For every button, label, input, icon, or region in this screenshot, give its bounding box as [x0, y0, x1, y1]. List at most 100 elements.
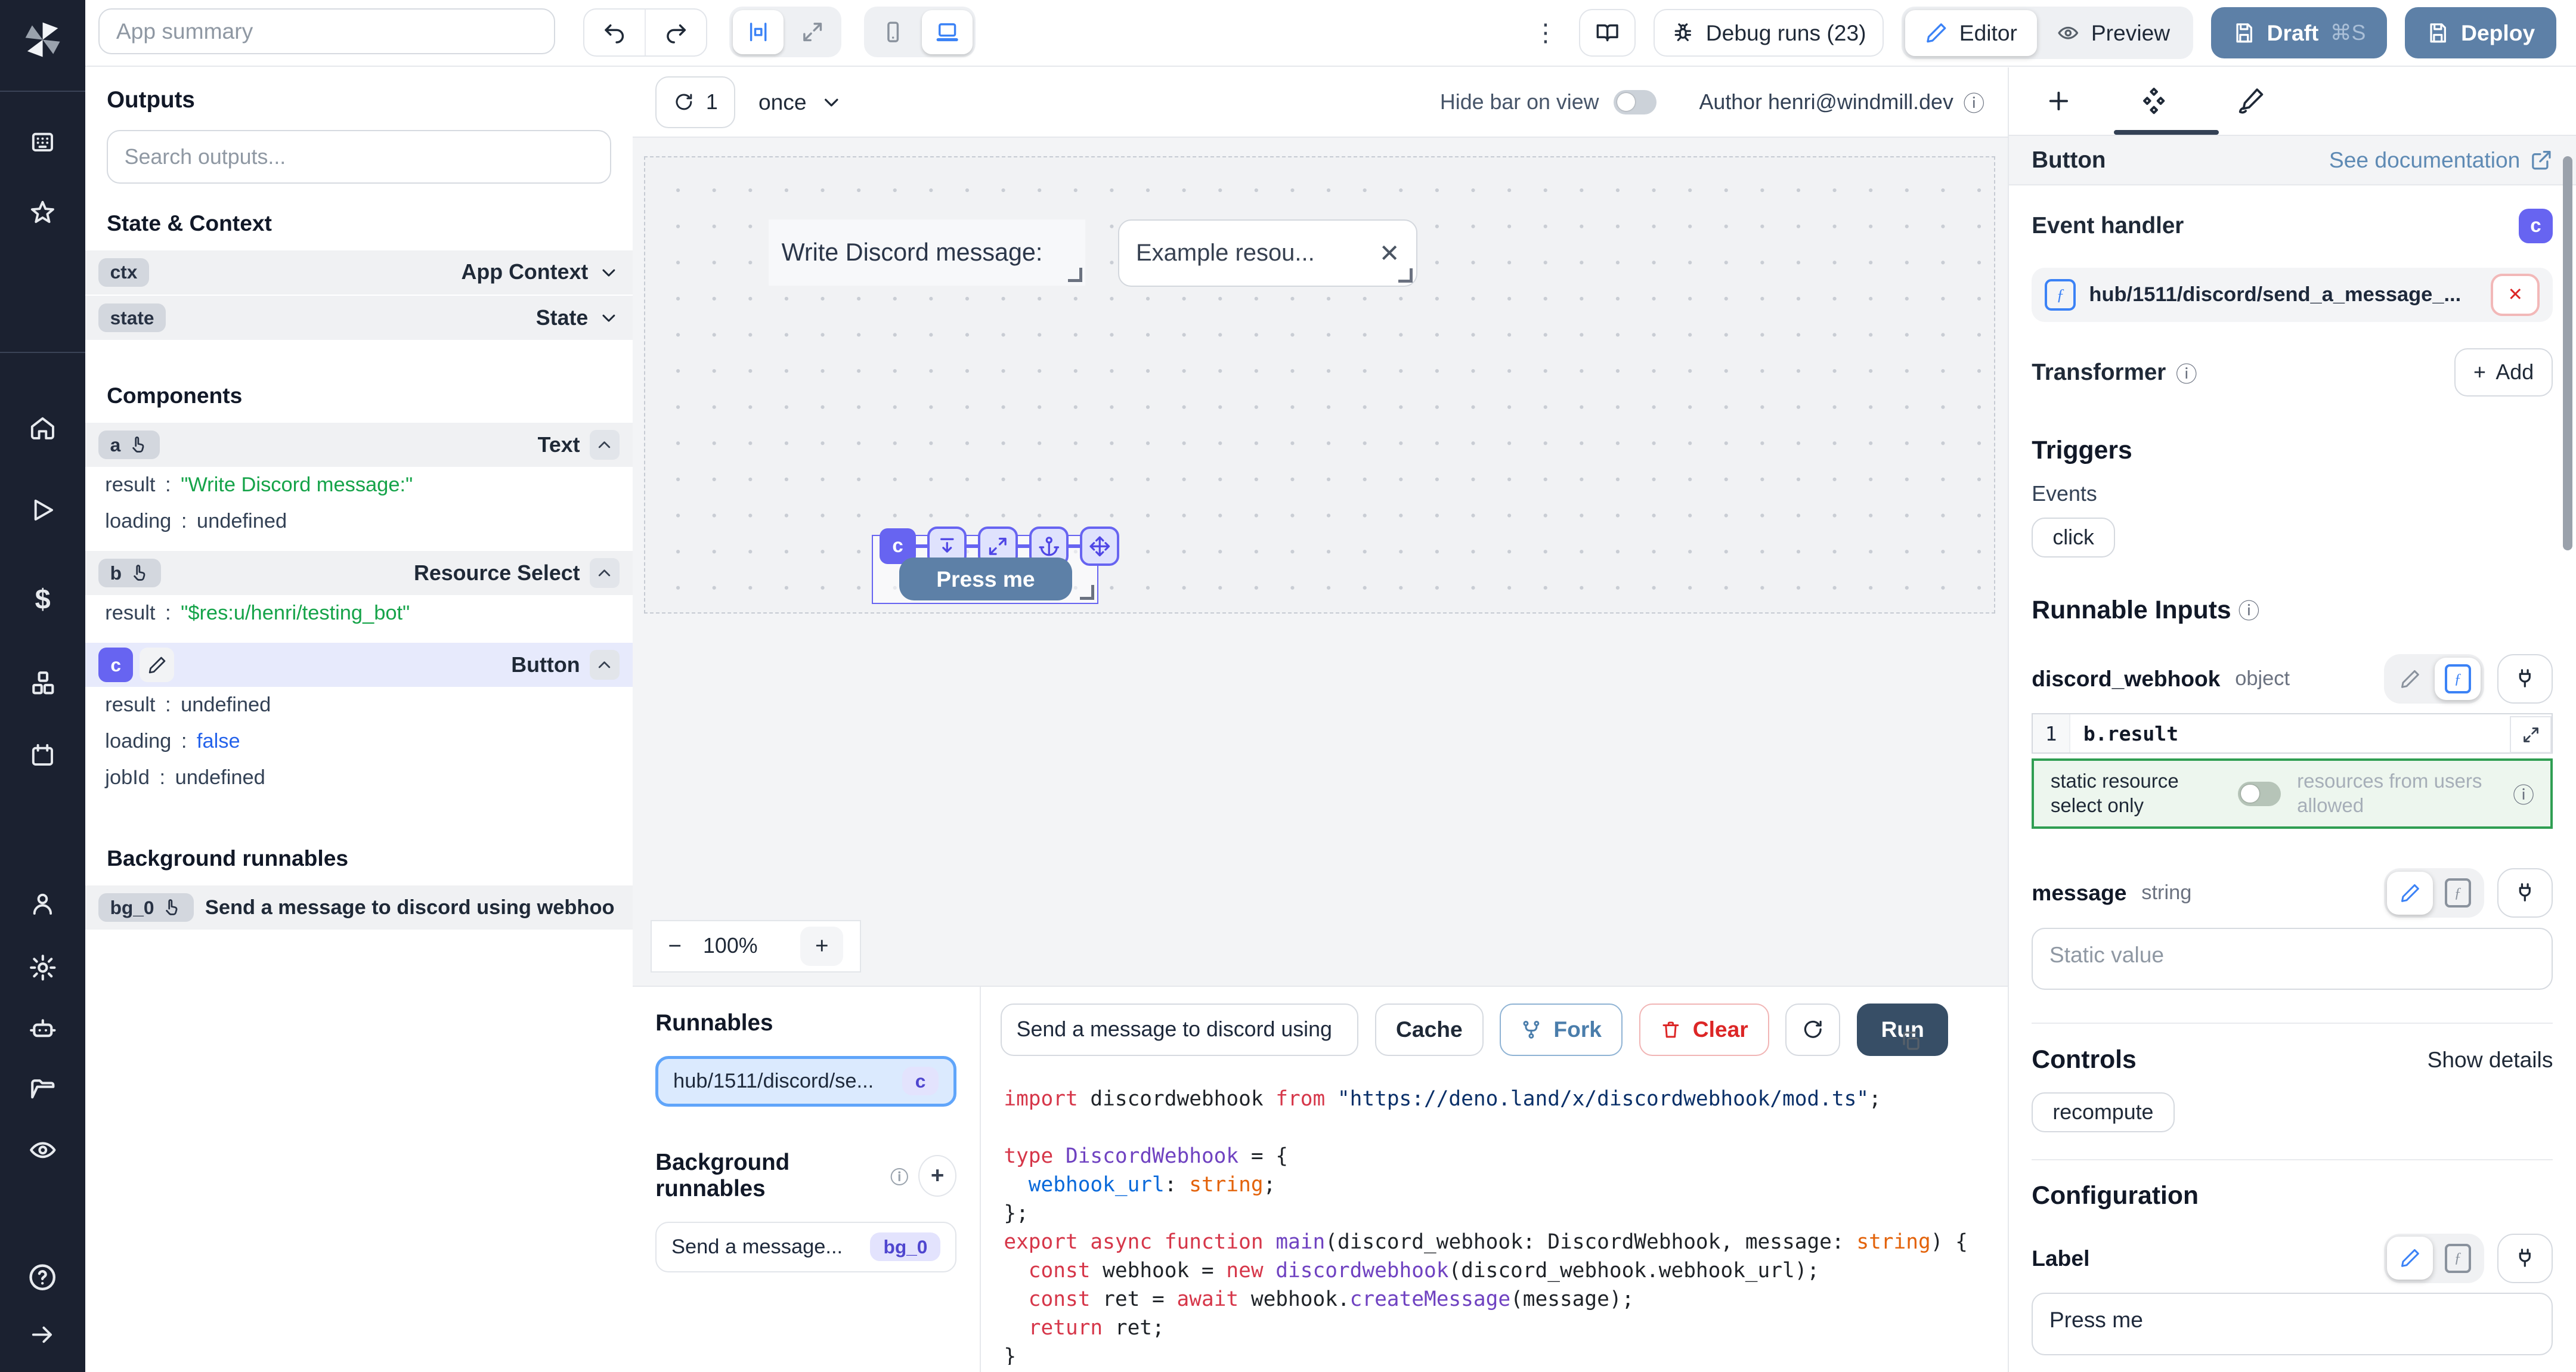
eval-function-icon[interactable]: ƒ	[2435, 658, 2481, 701]
resource-select-component[interactable]: Example resou... ✕	[1118, 219, 1417, 287]
tab-editor[interactable]: Editor	[1905, 10, 2037, 56]
triggers-heading: Triggers	[2032, 436, 2553, 465]
connect-plug-icon[interactable]	[2497, 654, 2553, 704]
events-label: Events	[2032, 482, 2553, 506]
label-value-input[interactable]: Press me	[2032, 1293, 2553, 1355]
clear-selection-x-icon[interactable]: ✕	[1379, 239, 1400, 268]
eval-function-icon[interactable]: ƒ	[2435, 1237, 2481, 1280]
copy-code-icon[interactable]	[1899, 1030, 1922, 1053]
state-context-heading: State & Context	[85, 184, 632, 249]
resize-handle[interactable]	[1068, 268, 1082, 282]
clear-button[interactable]: Clear	[1639, 1004, 1769, 1056]
refresh-code-button[interactable]	[1785, 1004, 1840, 1056]
component-settings-tab-icon[interactable]	[2138, 85, 2169, 116]
audit-eye-icon[interactable]	[0, 1135, 85, 1165]
resources-from-users-toggle[interactable]	[2238, 782, 2281, 806]
static-pencil-icon[interactable]	[2387, 658, 2433, 701]
component-b-header[interactable]: b Resource Select	[85, 550, 632, 595]
workers-robot-icon[interactable]	[0, 1014, 85, 1043]
draft-save-button[interactable]: Draft⌘S	[2211, 7, 2387, 58]
help-icon[interactable]	[0, 1262, 85, 1293]
move-icon[interactable]	[1080, 526, 1119, 566]
panel-scrollbar[interactable]	[2563, 156, 2573, 550]
styling-brush-tab-icon[interactable]	[2236, 86, 2265, 116]
fork-button[interactable]: Fork	[1500, 1004, 1623, 1056]
refresh-count-button[interactable]: 1	[655, 76, 735, 128]
ctx-row[interactable]: ctx App Context	[85, 249, 632, 295]
state-row[interactable]: state State	[85, 295, 632, 340]
text-component[interactable]: Write Discord message:	[769, 219, 1086, 285]
runnable-name-input[interactable]	[1001, 1004, 1359, 1056]
message-static-value-input[interactable]	[2032, 928, 2553, 990]
resources-cubes-icon[interactable]	[0, 668, 85, 698]
connect-plug-icon[interactable]	[2497, 868, 2553, 918]
selected-button-component[interactable]: c Press me	[872, 535, 1098, 604]
controls-heading: Controls	[2032, 1045, 2136, 1074]
component-a-header[interactable]: a Text	[85, 422, 632, 467]
expression-editor[interactable]: 1 b.result	[2032, 713, 2553, 753]
static-pencil-icon[interactable]	[2387, 1237, 2433, 1280]
zoom-in-button[interactable]: +	[800, 927, 843, 966]
chevron-up-icon[interactable]	[590, 430, 620, 460]
user-icon[interactable]	[0, 890, 85, 918]
variables-dollar-icon[interactable]: $	[0, 583, 85, 615]
folders-icon[interactable]	[0, 1074, 85, 1104]
component-c-header[interactable]: c Button	[85, 642, 632, 687]
expand-icon[interactable]	[787, 10, 838, 54]
runnable-item-selected[interactable]: hub/1511/discord/se... c	[655, 1056, 956, 1107]
settings-gear-icon[interactable]	[0, 953, 85, 983]
chevron-up-icon[interactable]	[590, 558, 620, 588]
documentation-book-button[interactable]	[1579, 9, 1636, 57]
background-runnable-item[interactable]: Send a message... bg_0	[655, 1222, 956, 1272]
pencil-icon[interactable]	[140, 648, 174, 682]
static-pencil-icon[interactable]	[2387, 872, 2433, 915]
more-menu-icon[interactable]: ⋮	[1530, 18, 1561, 47]
hide-bar-toggle[interactable]	[1614, 90, 1657, 114]
mobile-icon[interactable]	[868, 10, 918, 54]
favorites-star-icon[interactable]	[0, 199, 85, 227]
show-details-link[interactable]: Show details	[2428, 1047, 2553, 1073]
desktop-icon[interactable]	[922, 10, 973, 54]
background-runnable-row[interactable]: bg_0 Send a message to discord using web…	[85, 884, 632, 930]
app-canvas[interactable]: Write Discord message: Example resou... …	[644, 156, 1995, 614]
apps-icon[interactable]	[0, 128, 85, 156]
press-me-button[interactable]: Press me	[899, 558, 1072, 600]
code-editor[interactable]: import discordwebhook from "https://deno…	[981, 1072, 2008, 1364]
click-event-pill[interactable]: click	[2032, 518, 2115, 558]
app-summary-input[interactable]	[98, 8, 555, 54]
add-transformer-button[interactable]: +Add	[2454, 348, 2553, 397]
insert-component-tab-plus-icon[interactable]	[2045, 87, 2073, 115]
chevron-down-icon[interactable]	[598, 307, 620, 329]
center-align-icon[interactable]	[733, 10, 784, 54]
outputs-search-input[interactable]	[107, 130, 611, 184]
tab-preview[interactable]: Preview	[2037, 10, 2190, 56]
refresh-mode-select[interactable]: once	[758, 89, 843, 115]
eval-function-icon[interactable]: ƒ	[2435, 872, 2481, 915]
info-icon[interactable]: ⓘ	[1963, 86, 1984, 117]
debug-runs-button[interactable]: Debug runs (23)	[1654, 9, 1884, 57]
home-icon[interactable]	[0, 414, 85, 442]
zoom-out-button[interactable]: −	[668, 933, 682, 959]
event-handler-runnable[interactable]: ƒ hub/1511/discord/send_a_message_... ✕	[2032, 268, 2553, 322]
add-background-runnable-button[interactable]: +	[918, 1155, 956, 1197]
schedules-calendar-icon[interactable]	[0, 741, 85, 769]
line-number: 1	[2033, 714, 2070, 752]
chevron-down-icon[interactable]	[598, 262, 620, 283]
collapse-arrow-icon[interactable]	[0, 1321, 85, 1349]
redo-button[interactable]	[645, 10, 706, 55]
bottom-panel: Runnables hub/1511/discord/se... c Backg…	[633, 986, 2008, 1371]
recompute-pill[interactable]: recompute	[2032, 1092, 2174, 1132]
connect-plug-icon[interactable]	[2497, 1234, 2553, 1283]
undo-button[interactable]	[584, 10, 645, 55]
windmill-logo[interactable]	[0, 17, 85, 63]
deploy-button[interactable]: Deploy	[2405, 7, 2556, 58]
see-documentation-link[interactable]: See documentation	[2329, 147, 2553, 173]
runs-play-icon[interactable]	[0, 496, 85, 524]
resize-handle[interactable]	[1398, 268, 1413, 283]
expand-expression-icon[interactable]	[2510, 716, 2552, 753]
remove-handler-button[interactable]: ✕	[2491, 274, 2540, 316]
cache-button[interactable]: Cache	[1375, 1004, 1484, 1056]
chevron-up-icon[interactable]	[590, 650, 620, 680]
resize-handle[interactable]	[1080, 585, 1094, 599]
runnables-list: Runnables hub/1511/discord/se... c Backg…	[633, 987, 981, 1371]
